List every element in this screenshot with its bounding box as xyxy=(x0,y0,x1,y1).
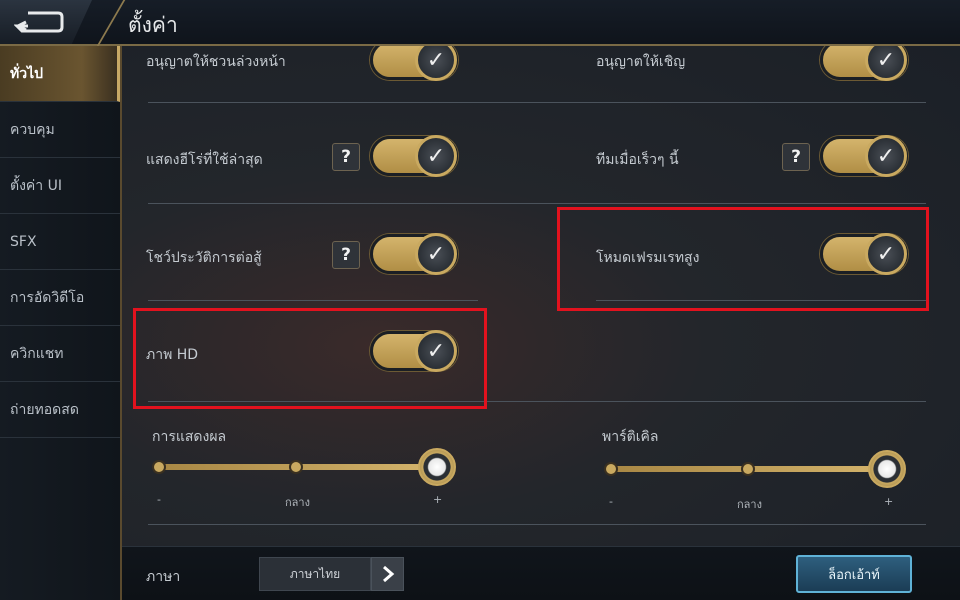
toggle-allow-pre-invite[interactable]: ✓ xyxy=(370,46,458,81)
settings-sidebar: ทั่วไป ควบคุม ตั้งค่า UI SFX การอัดวิดีโ… xyxy=(0,46,122,600)
sidebar-item-label: การอัดวิดีโอ xyxy=(10,289,85,306)
settings-footer: ภาษา ภาษาไทย ล็อกเอ้าท์ xyxy=(122,546,960,600)
highlight-box-hd-graphics xyxy=(133,308,487,409)
language-select[interactable]: ภาษาไทย xyxy=(259,557,371,591)
slider-tick-max: + xyxy=(433,493,443,506)
setting-label-battle-history: โชว์ประวัติการต่อสู้ xyxy=(146,250,262,266)
slider-step-low[interactable] xyxy=(604,462,618,476)
slider-step-low[interactable] xyxy=(152,460,166,474)
row-divider xyxy=(148,300,478,301)
setting-label-allow-pre-invite: อนุญาตให้ชวนล่วงหน้า xyxy=(146,54,286,70)
sidebar-item-live-stream[interactable]: ถ่ายทอดสด xyxy=(0,382,120,438)
checkmark-icon: ✓ xyxy=(865,46,907,81)
page-title: ตั้งค่า xyxy=(128,13,178,37)
help-button-recent-heroes[interactable]: ? xyxy=(332,143,360,171)
chevron-right-icon[interactable] xyxy=(371,557,404,591)
slider-step-mid[interactable] xyxy=(741,462,755,476)
back-arrow-icon xyxy=(14,11,64,33)
sidebar-item-video-recording[interactable]: การอัดวิดีโอ xyxy=(0,270,120,326)
help-button-battle-history[interactable]: ? xyxy=(332,241,360,269)
slider-tick-min: - xyxy=(609,495,613,508)
setting-label-recent-teams: ทีมเมื่อเร็วๆ นี้ xyxy=(596,152,679,168)
toggle-battle-history[interactable]: ✓ xyxy=(370,233,458,275)
sidebar-item-controls[interactable]: ควบคุม xyxy=(0,102,120,158)
sidebar-item-label: ควบคุม xyxy=(10,121,55,138)
toggle-recent-teams[interactable]: ✓ xyxy=(820,135,908,177)
help-button-recent-teams[interactable]: ? xyxy=(782,143,810,171)
sidebar-item-label: ควิกแชท xyxy=(10,345,64,362)
slider-label-particles: พาร์ติเคิล xyxy=(602,429,659,445)
slider-label-display: การแสดงผล xyxy=(152,429,227,445)
sidebar-item-sfx[interactable]: SFX xyxy=(0,214,120,270)
toggle-allow-invite[interactable]: ✓ xyxy=(820,46,908,81)
checkmark-icon: ✓ xyxy=(865,135,907,177)
slider-thumb-display[interactable] xyxy=(418,448,456,486)
checkmark-icon: ✓ xyxy=(415,233,457,275)
header-bar: ตั้งค่า xyxy=(0,0,960,46)
toggle-recent-heroes[interactable]: ✓ xyxy=(370,135,458,177)
checkmark-icon: ✓ xyxy=(415,46,457,81)
sidebar-item-label: SFX xyxy=(10,233,37,250)
checkmark-icon: ✓ xyxy=(415,135,457,177)
sidebar-item-quick-chat[interactable]: ควิกแชท xyxy=(0,326,120,382)
sidebar-item-label: ทั่วไป xyxy=(10,65,44,82)
slider-thumb-particles[interactable] xyxy=(868,450,906,488)
row-divider xyxy=(148,203,926,204)
slider-step-mid[interactable] xyxy=(289,460,303,474)
setting-label-allow-invite: อนุญาตให้เชิญ xyxy=(596,54,686,70)
row-divider xyxy=(148,524,926,525)
sidebar-item-label: ถ่ายทอดสด xyxy=(10,401,79,418)
setting-label-recent-heroes: แสดงฮีโร่ที่ใช้ล่าสุด xyxy=(146,152,263,168)
slider-tick-min: - xyxy=(157,493,161,506)
sidebar-item-ui-settings[interactable]: ตั้งค่า UI xyxy=(0,158,120,214)
slider-tick-mid: กลาง xyxy=(737,498,762,511)
slider-tick-max: + xyxy=(884,495,894,508)
language-label: ภาษา xyxy=(146,569,181,585)
highlight-box-high-fps xyxy=(557,207,929,311)
sidebar-item-general[interactable]: ทั่วไป xyxy=(0,46,120,102)
sidebar-item-label: ตั้งค่า UI xyxy=(10,177,62,194)
slider-tick-mid: กลาง xyxy=(285,496,310,509)
row-divider xyxy=(148,102,926,103)
logout-button[interactable]: ล็อกเอ้าท์ xyxy=(796,555,912,593)
